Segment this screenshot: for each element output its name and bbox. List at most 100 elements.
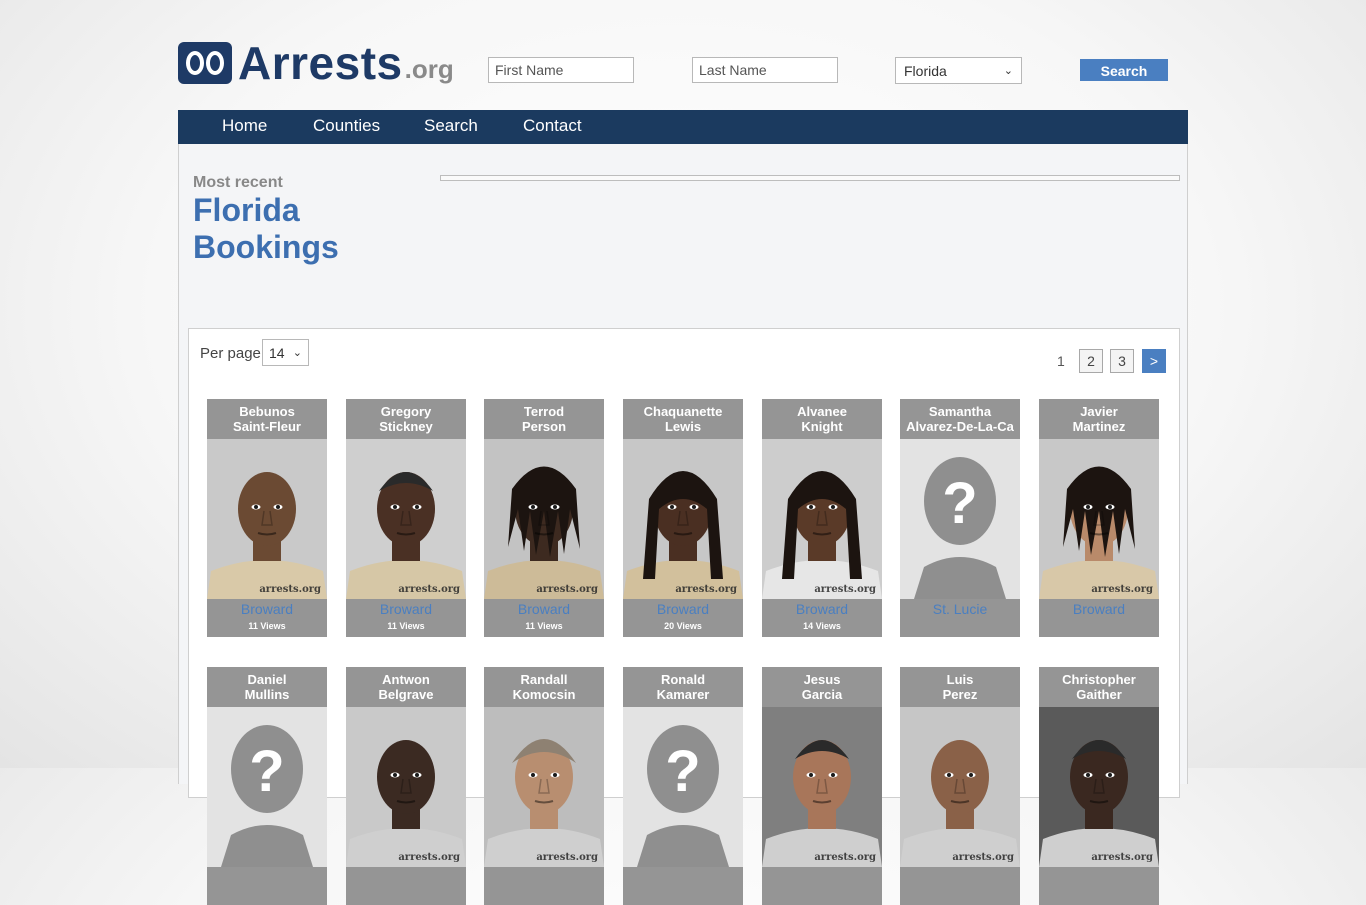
booking-card[interactable]: Christopher Gaither arrests.org	[1039, 667, 1159, 905]
last-name: Lewis	[664, 419, 702, 434]
booking-name[interactable]: Terrod Person	[484, 399, 604, 439]
county-link[interactable]: St. Lucie	[900, 601, 1020, 617]
county-link[interactable]: Broward	[1039, 601, 1159, 617]
nav-home[interactable]: Home	[222, 110, 267, 144]
mugshot-photo[interactable]: arrests.org	[623, 439, 743, 599]
booking-card[interactable]: Terrod Person arrests.org Broward 11 Views	[484, 399, 604, 637]
watermark-text: arrests.org	[398, 852, 460, 863]
booking-name[interactable]: Chaquanette Lewis	[623, 399, 743, 439]
page-2-button[interactable]: 2	[1079, 349, 1103, 373]
county-link[interactable]: Broward	[207, 601, 327, 617]
county-link[interactable]: Broward	[484, 601, 604, 617]
watermark-text: arrests.org	[814, 584, 876, 595]
next-page-button[interactable]: >	[1142, 349, 1166, 373]
chevron-down-icon: ⌄	[292, 347, 302, 359]
mugshot-photo[interactable]: arrests.org	[346, 439, 466, 599]
booking-card[interactable]: Gregory Stickney arrests.org Broward 11 View…	[346, 399, 466, 637]
page-title-state: Florida	[193, 192, 300, 228]
last-name: Garcia	[801, 687, 843, 702]
mugshot-photo[interactable]: arrests.org	[762, 707, 882, 867]
view-count: 11 Views	[248, 621, 286, 631]
mugshot-photo[interactable]: arrests.org	[762, 439, 882, 599]
handcuffs-icon	[178, 42, 232, 84]
booking-name[interactable]: Alvanee Knight	[762, 399, 882, 439]
booking-card[interactable]: Jesus Garcia arrests.org	[762, 667, 882, 905]
last-name: Mullins	[244, 687, 290, 702]
first-name: Bebunos	[239, 404, 295, 419]
booking-card[interactable]: Bebunos Saint-Fleur arrests.org Broward 11 V…	[207, 399, 327, 637]
county-link[interactable]: Broward	[346, 601, 466, 617]
first-name-input[interactable]	[488, 57, 634, 83]
mugshot-photo[interactable]: arrests.org	[484, 707, 604, 867]
last-name-input[interactable]	[692, 57, 838, 83]
booking-name[interactable]: Ronald Kamarer	[623, 667, 743, 707]
booking-card[interactable]: Chaquanette Lewis arrests.org Broward 20 Vie…	[623, 399, 743, 637]
county-link[interactable]: Broward	[762, 601, 882, 617]
booking-card[interactable]: Javier Martinez arrests.org Broward	[1039, 399, 1159, 637]
state-select[interactable]: Florida ⌄	[895, 57, 1022, 84]
per-page-select[interactable]: 14 ⌄	[262, 339, 309, 366]
booking-name[interactable]: Javier Martinez	[1039, 399, 1159, 439]
mugshot-photo[interactable]: arrests.org	[346, 707, 466, 867]
first-name: Randall	[520, 672, 568, 687]
last-name: Gaither	[1076, 687, 1122, 702]
booking-name[interactable]: Antwon Belgrave	[346, 667, 466, 707]
svg-text:?: ?	[249, 739, 284, 804]
booking-name[interactable]: Bebunos Saint-Fleur	[207, 399, 327, 439]
watermark-text: arrests.org	[675, 584, 737, 595]
booking-card[interactable]: Daniel Mullins?	[207, 667, 327, 905]
first-name: Gregory	[380, 404, 432, 419]
booking-card[interactable]: Samantha Alvarez-De-La-Ca? St. Lucie	[900, 399, 1020, 637]
mugshot-photo[interactable]: arrests.org	[1039, 439, 1159, 599]
unknown-person-icon[interactable]: ?	[900, 439, 1020, 599]
watermark-text: arrests.org	[1091, 852, 1153, 863]
unknown-person-icon[interactable]: ?	[207, 707, 327, 867]
logo-text: Arrests	[238, 37, 403, 89]
first-name: Christopher	[1062, 672, 1136, 687]
booking-name[interactable]: Samantha Alvarez-De-La-Ca	[900, 399, 1020, 439]
booking-name[interactable]: Daniel Mullins	[207, 667, 327, 707]
site-header: Arrests .org Florida ⌄ Search	[178, 32, 1188, 92]
per-page-label: Per page	[200, 345, 261, 362]
mugshot-photo[interactable]: arrests.org	[207, 439, 327, 599]
search-button[interactable]: Search	[1080, 59, 1168, 81]
ad-banner	[440, 175, 1180, 181]
most-recent-label: Most recent	[193, 174, 283, 191]
main-nav: Home Counties Search Contact	[178, 110, 1188, 144]
page-3-button[interactable]: 3	[1110, 349, 1134, 373]
first-name: Luis	[946, 672, 974, 687]
booking-card[interactable]: Alvanee Knight arrests.org Broward 14 Views	[762, 399, 882, 637]
nav-counties[interactable]: Counties	[313, 110, 380, 144]
first-name: Terrod	[523, 404, 565, 419]
page-title-bookings: Bookings	[193, 229, 339, 265]
first-name: Alvanee	[797, 404, 847, 419]
booking-card[interactable]: Luis Perez arrests.org	[900, 667, 1020, 905]
svg-text:?: ?	[665, 739, 700, 804]
mugshot-photo[interactable]: arrests.org	[900, 707, 1020, 867]
last-name: Belgrave	[378, 687, 434, 702]
booking-card[interactable]: Antwon Belgrave arrests.org	[346, 667, 466, 905]
booking-name[interactable]: Gregory Stickney	[346, 399, 466, 439]
last-name: Martinez	[1072, 419, 1126, 434]
county-link[interactable]: Broward	[623, 601, 743, 617]
booking-name[interactable]: Christopher Gaither	[1039, 667, 1159, 707]
booking-name[interactable]: Randall Komocsin	[484, 667, 604, 707]
first-name: Ronald	[660, 672, 706, 687]
first-name: Javier	[1080, 404, 1118, 419]
booking-card[interactable]: Randall Komocsin arrests.org	[484, 667, 604, 905]
booking-name[interactable]: Jesus Garcia	[762, 667, 882, 707]
last-name: Kamarer	[656, 687, 710, 702]
site-logo[interactable]: Arrests .org	[178, 36, 454, 89]
last-name: Person	[521, 419, 567, 434]
mugshot-photo[interactable]: arrests.org	[1039, 707, 1159, 867]
last-name: Knight	[801, 419, 843, 434]
first-name: Jesus	[803, 672, 841, 687]
watermark-text: arrests.org	[398, 584, 460, 595]
mugshot-photo[interactable]: arrests.org	[484, 439, 604, 599]
booking-card[interactable]: Ronald Kamarer?	[623, 667, 743, 905]
nav-search[interactable]: Search	[424, 110, 478, 144]
unknown-person-icon[interactable]: ?	[623, 707, 743, 867]
booking-name[interactable]: Luis Perez	[900, 667, 1020, 707]
nav-contact[interactable]: Contact	[523, 110, 582, 144]
watermark-text: arrests.org	[814, 852, 876, 863]
